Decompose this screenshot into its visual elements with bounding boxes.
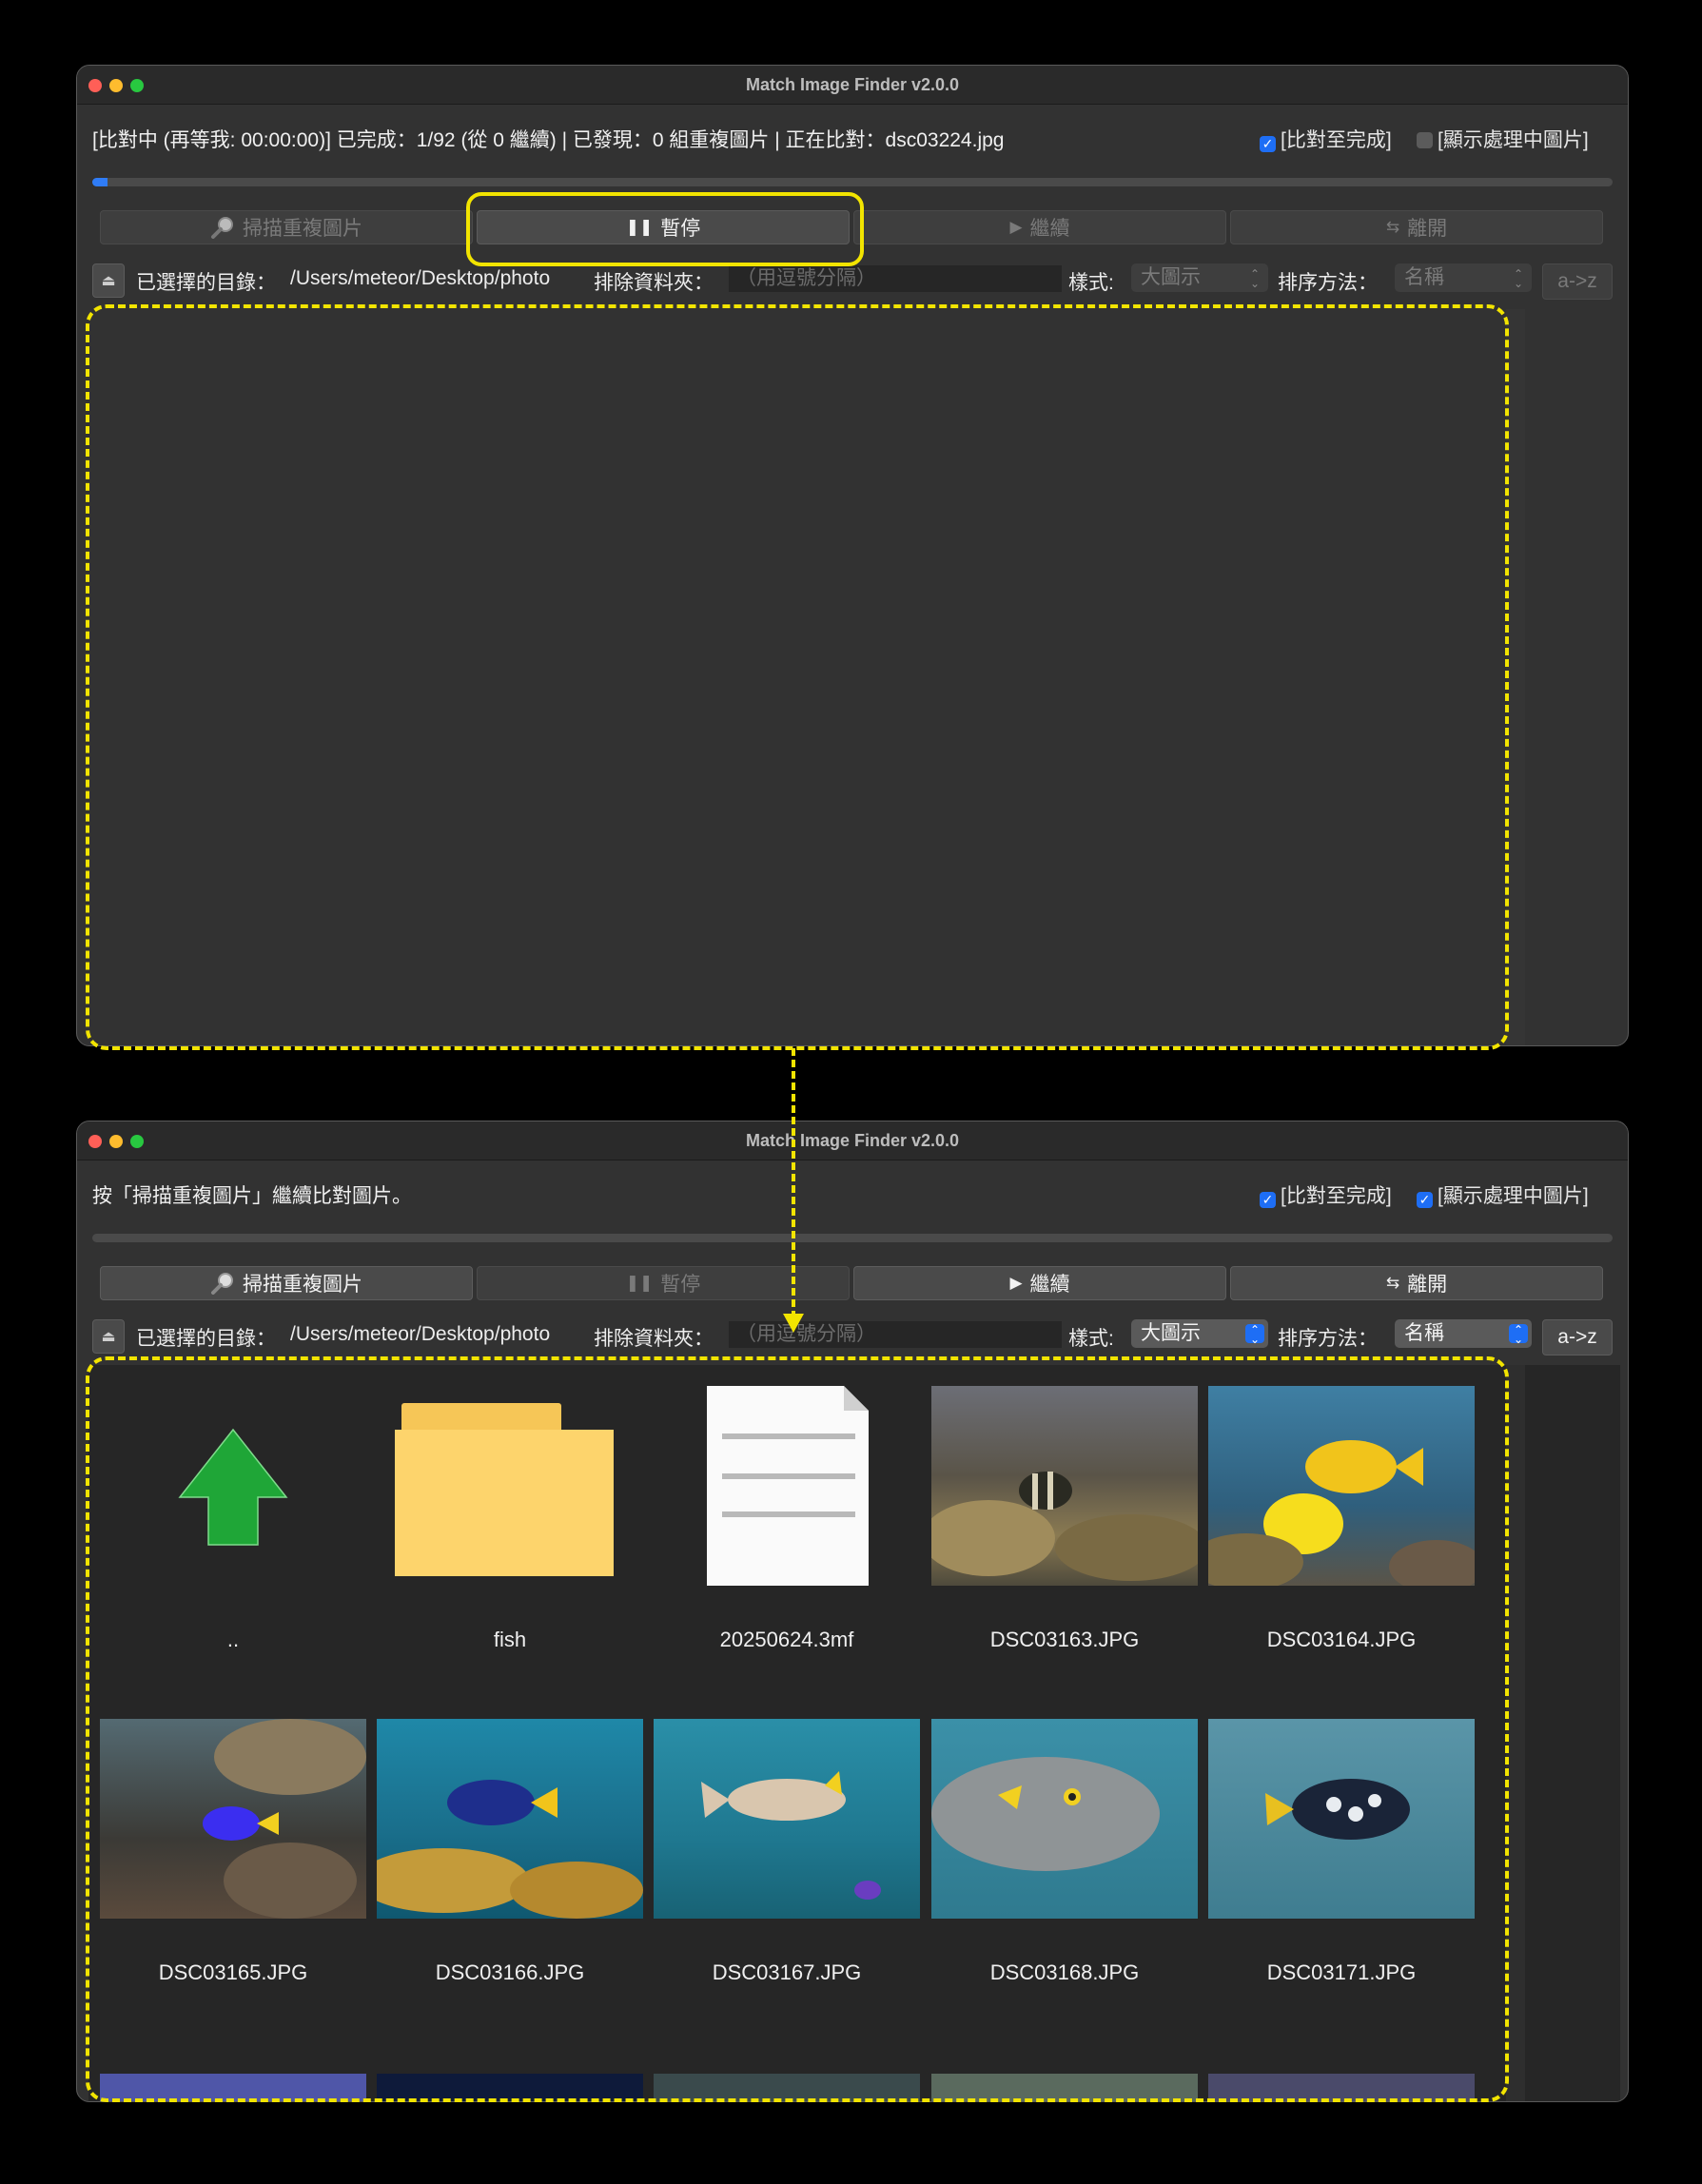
selected-dir-label: 已選擇的目錄： bbox=[136, 272, 276, 294]
status-text: [比對中 (再等我: 00:00:00)] 已完成：1/92 (從 0 繼續) … bbox=[92, 129, 1005, 151]
exit-door-icon: ⇆ bbox=[1385, 218, 1400, 236]
style-select[interactable]: 大圖示 ⌃ ⌄ bbox=[1131, 1319, 1268, 1348]
resume-button[interactable]: ▶ 繼續 bbox=[853, 210, 1226, 244]
scan-duplicates-button[interactable]: 掃描重複圖片 bbox=[100, 1266, 473, 1300]
exclude-folders-label: 排除資料夾： bbox=[594, 1328, 714, 1350]
play-icon: ▶ bbox=[1009, 218, 1023, 236]
scrollbar-track[interactable] bbox=[1506, 1365, 1525, 2101]
sort-order-button[interactable]: a->z bbox=[1542, 1319, 1613, 1355]
checkbox-checked-icon: ✓ bbox=[1260, 1192, 1276, 1208]
eject-icon[interactable]: ⏏ bbox=[92, 263, 125, 298]
chevron-updown-icon: ⌃ ⌄ bbox=[1249, 267, 1261, 290]
show-processing-checkbox[interactable]: [顯示處理中圖片] bbox=[1417, 125, 1589, 153]
style-label: 樣式: bbox=[1068, 1328, 1114, 1350]
magnifier-icon bbox=[210, 216, 235, 239]
selected-dir-path: /Users/meteor/Desktop/photo bbox=[290, 1323, 551, 1345]
checkbox-checked-icon: ✓ bbox=[1417, 1192, 1433, 1208]
resume-label: 繼續 bbox=[1029, 1274, 1070, 1296]
file-grid-highlight bbox=[86, 1356, 1509, 2102]
exclude-folders-input[interactable]: （用逗號分隔） bbox=[729, 265, 1062, 292]
resume-button[interactable]: ▶ 繼續 bbox=[853, 1266, 1226, 1300]
exclude-folders-label: 排除資料夾： bbox=[594, 272, 714, 294]
compare-to-end-checkbox[interactable]: ✓ [比對至完成] bbox=[1260, 1180, 1392, 1209]
scan-duplicates-label: 掃描重複圖片 bbox=[243, 1274, 362, 1296]
magnifier-icon bbox=[210, 1272, 235, 1295]
checkbox-unchecked-icon bbox=[1417, 132, 1433, 148]
pause-label: 暫停 bbox=[660, 1274, 701, 1296]
sort-order-button[interactable]: a->z bbox=[1542, 263, 1613, 300]
scan-duplicates-label: 掃描重複圖片 bbox=[243, 218, 362, 240]
exit-door-icon: ⇆ bbox=[1385, 1274, 1400, 1292]
scan-duplicates-button[interactable]: 掃描重複圖片 bbox=[100, 210, 473, 244]
chevron-updown-icon: ⌃ ⌄ bbox=[1245, 1324, 1264, 1345]
progress-bar bbox=[92, 1234, 1613, 1242]
compare-to-end-label: [比對至完成] bbox=[1281, 1185, 1392, 1207]
exclude-folders-input[interactable]: （用逗號分隔） bbox=[729, 1321, 1062, 1348]
progress-fill bbox=[92, 178, 108, 186]
title-bar[interactable]: Match Image Finder v2.0.0 bbox=[77, 66, 1628, 105]
selected-dir-label: 已選擇的目錄： bbox=[136, 1328, 276, 1350]
play-icon: ▶ bbox=[1009, 1274, 1023, 1292]
style-select-value: 大圖示 bbox=[1141, 266, 1201, 288]
show-processing-checkbox[interactable]: ✓ [顯示處理中圖片] bbox=[1417, 1180, 1589, 1209]
chevron-updown-icon: ⌃ ⌄ bbox=[1513, 267, 1524, 290]
style-select[interactable]: 大圖示 ⌃ ⌄ bbox=[1131, 263, 1268, 292]
sort-label: 排序方法： bbox=[1278, 272, 1378, 294]
style-select-value: 大圖示 bbox=[1141, 1322, 1201, 1344]
sort-select-value: 名稱 bbox=[1404, 1322, 1444, 1344]
exit-label: 離開 bbox=[1407, 218, 1448, 240]
exit-label: 離開 bbox=[1407, 1274, 1448, 1296]
pause-icon: ❚❚ bbox=[625, 1274, 654, 1292]
arrow-down-icon bbox=[783, 1314, 804, 1333]
sort-label: 排序方法： bbox=[1278, 1328, 1378, 1350]
compare-to-end-label: [比對至完成] bbox=[1281, 129, 1392, 151]
sort-select[interactable]: 名稱 ⌃ ⌄ bbox=[1395, 263, 1532, 292]
title-bar[interactable]: Match Image Finder v2.0.0 bbox=[77, 1121, 1628, 1160]
sort-select-value: 名稱 bbox=[1404, 266, 1444, 288]
checkbox-checked-icon: ✓ bbox=[1260, 136, 1276, 152]
window-title: Match Image Finder v2.0.0 bbox=[745, 75, 960, 94]
show-processing-label: [顯示處理中圖片] bbox=[1438, 1185, 1589, 1207]
exit-button[interactable]: ⇆ 離開 bbox=[1230, 1266, 1603, 1300]
chevron-updown-icon: ⌃ ⌄ bbox=[1509, 1324, 1528, 1345]
exit-button[interactable]: ⇆ 離開 bbox=[1230, 210, 1603, 244]
scrollbar-track[interactable] bbox=[1506, 309, 1525, 1045]
compare-to-end-checkbox[interactable]: ✓ [比對至完成] bbox=[1260, 125, 1392, 153]
show-processing-label: [顯示處理中圖片] bbox=[1438, 129, 1589, 151]
resume-label: 繼續 bbox=[1029, 218, 1070, 240]
progress-bar bbox=[92, 178, 1613, 186]
pause-button-highlight bbox=[466, 192, 864, 266]
empty-area-highlight bbox=[86, 304, 1509, 1050]
sort-select[interactable]: 名稱 ⌃ ⌄ bbox=[1395, 1319, 1532, 1348]
style-label: 樣式: bbox=[1068, 272, 1114, 294]
selected-dir-path: /Users/meteor/Desktop/photo bbox=[290, 267, 551, 289]
connector-line bbox=[792, 1048, 795, 1318]
eject-icon[interactable]: ⏏ bbox=[92, 1319, 125, 1354]
status-text: 按「掃描重複圖片」繼續比對圖片。 bbox=[92, 1185, 412, 1207]
window-title: Match Image Finder v2.0.0 bbox=[745, 1131, 960, 1150]
